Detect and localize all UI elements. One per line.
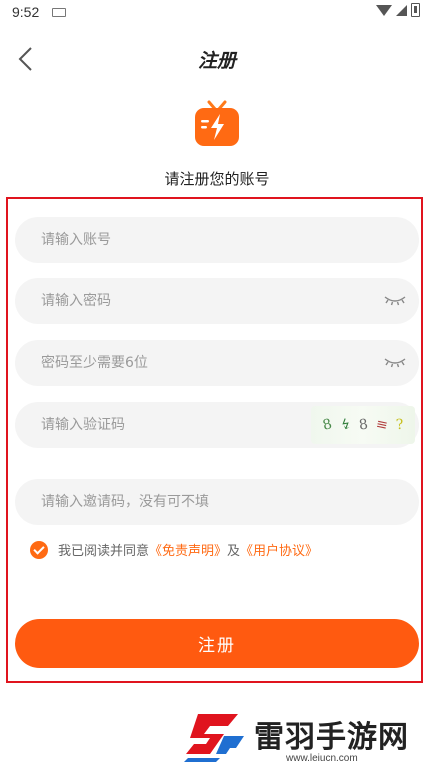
checkbox-checked-icon[interactable] [30, 540, 48, 559]
captcha-char: ↯ [338, 416, 353, 434]
captcha-field[interactable]: 8 ↯ 8 ≡ ? [15, 402, 419, 448]
signal-icon [396, 4, 407, 16]
watermark-url: www.leiucn.com [286, 753, 358, 764]
header: 注册 [0, 36, 434, 82]
invite-code-input[interactable] [39, 493, 395, 511]
captcha-char: ? [394, 416, 404, 434]
leiyu-logo-icon [184, 714, 244, 762]
status-icons [376, 3, 420, 17]
account-field[interactable] [15, 217, 419, 263]
keyboard-icon [52, 8, 66, 17]
captcha-image[interactable]: 8 ↯ 8 ≡ ? [311, 406, 415, 444]
eye-closed-icon[interactable] [383, 354, 407, 370]
password-input[interactable] [39, 292, 395, 310]
register-button[interactable]: 注册 [15, 619, 419, 668]
disclaimer-link[interactable]: 《免责声明》 [149, 540, 227, 559]
status-time: 9:52 [12, 4, 40, 20]
status-bar: 9:52 [0, 0, 434, 24]
subtitle: 请注册您的账号 [164, 170, 270, 188]
captcha-char: ≡ [374, 415, 390, 435]
confirm-password-input[interactable] [39, 354, 395, 372]
user-agreement-link[interactable]: 《用户协议》 [240, 540, 318, 559]
agreement-prefix: 我已阅读并同意 [58, 544, 150, 559]
tv-lightning-icon [195, 100, 239, 146]
account-input[interactable] [39, 231, 395, 249]
watermark-text: 雷羽手游网 [254, 720, 409, 755]
wifi-icon [376, 4, 392, 16]
password-field[interactable] [15, 278, 419, 324]
captcha-char: 8 [320, 416, 334, 434]
confirm-password-field[interactable] [15, 340, 419, 386]
watermark: 雷羽手游网 www.leiucn.com [180, 708, 420, 768]
agreement-row: 我已阅读并同意 《免责声明》 及 《用户协议》 [30, 540, 318, 559]
captcha-char: 8 [358, 416, 370, 434]
page-title: 注册 [197, 50, 236, 72]
invite-code-field[interactable] [15, 479, 419, 525]
eye-closed-icon[interactable] [383, 292, 407, 308]
agreement-joiner: 及 [227, 544, 241, 559]
battery-icon [411, 3, 420, 17]
